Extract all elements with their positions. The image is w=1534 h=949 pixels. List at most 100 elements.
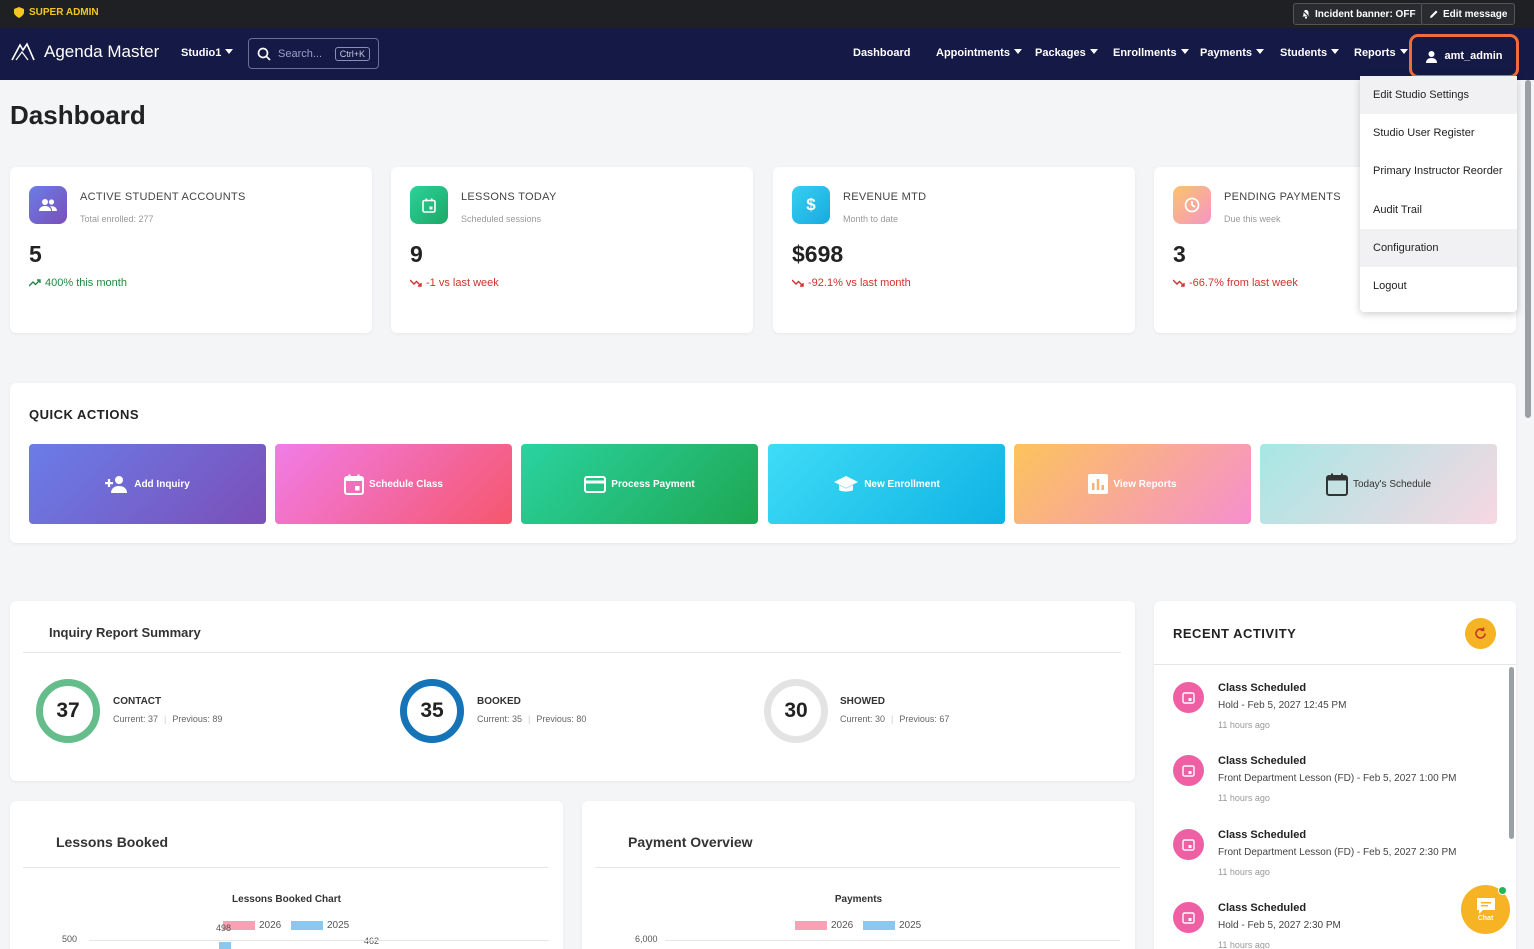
bar: [219, 942, 231, 949]
shield-icon: [14, 7, 24, 18]
search-input[interactable]: Search... Ctrl+K: [248, 38, 379, 69]
pencil-icon: [1430, 10, 1438, 18]
booked-ring: 35: [400, 679, 464, 743]
menu-item-edit-studio-settings[interactable]: Edit Studio Settings: [1360, 76, 1517, 114]
y-axis-top-label: 6,000: [635, 934, 658, 944]
showed-previous: Previous: 67: [899, 714, 950, 724]
divider: [595, 867, 1120, 868]
nav-appointments-label: Appointments: [936, 47, 1010, 59]
view-reports-button[interactable]: View Reports: [1014, 444, 1251, 524]
bar-chart-icon: [1088, 474, 1109, 494]
stat-subtitle: Scheduled sessions: [461, 214, 542, 224]
nav-packages[interactable]: Packages: [1035, 47, 1098, 59]
payment-overview-panel: Payment Overview Payments 2026 2025 6,00…: [582, 801, 1135, 949]
refresh-icon: [1475, 627, 1486, 639]
stat-trend: -1 vs last week: [410, 277, 499, 289]
user-dropdown-menu: Edit Studio Settings Studio User Registe…: [1360, 76, 1517, 312]
bell-off-icon: [1301, 9, 1311, 19]
menu-item-studio-user-register[interactable]: Studio User Register: [1360, 114, 1517, 152]
edit-message-button[interactable]: Edit message: [1421, 3, 1516, 25]
stat-trend-text: -92.1% vs last month: [808, 277, 911, 289]
online-status-dot: [1498, 886, 1507, 895]
brand-name: Agenda Master: [44, 42, 160, 61]
grid-line: [665, 940, 1120, 941]
menu-item-primary-instructor-reorder[interactable]: Primary Instructor Reorder: [1360, 152, 1517, 190]
add-inquiry-button[interactable]: Add Inquiry: [29, 444, 266, 524]
calendar-icon: [1173, 682, 1204, 713]
legend-label-2025: 2025: [899, 920, 922, 931]
schedule-class-label: Schedule Class: [369, 478, 443, 490]
user-menu-button[interactable]: amt_admin: [1409, 34, 1519, 78]
stat-subtitle: Total enrolled: 277: [80, 214, 154, 224]
incident-banner-label: Incident banner: OFF: [1315, 8, 1416, 20]
menu-item-audit-trail[interactable]: Audit Trail: [1360, 191, 1517, 229]
divider: [23, 867, 548, 868]
user-icon: [1426, 50, 1438, 63]
nav-dashboard[interactable]: Dashboard: [853, 47, 910, 59]
nav-packages-label: Packages: [1035, 47, 1086, 59]
process-payment-label: Process Payment: [611, 478, 695, 490]
booked-stats: Current: 35 | Previous: 80: [477, 714, 587, 724]
calendar-icon: [410, 186, 448, 224]
calendar-icon: [344, 474, 365, 495]
trend-down-icon: [410, 279, 422, 287]
lessons-booked-panel: Lessons Booked Lessons Booked Chart 2026…: [10, 801, 563, 949]
nav-payments-label: Payments: [1200, 47, 1252, 59]
legend-2026: 2026: [795, 920, 853, 931]
booked-current: Current: 35: [477, 714, 523, 724]
activity-scrollbar[interactable]: [1509, 667, 1514, 839]
stat-trend-text: -66.7% from last week: [1189, 277, 1298, 289]
divider: [23, 652, 1121, 653]
menu-item-configuration[interactable]: Configuration: [1360, 229, 1517, 267]
nav-students[interactable]: Students: [1280, 47, 1339, 59]
brand-link[interactable]: Agenda Master: [10, 42, 159, 62]
divider: [1154, 664, 1516, 665]
lessons-booked-chart-title: Lessons Booked Chart: [232, 894, 341, 905]
booked-label: BOOKED: [477, 696, 521, 707]
data-label-2025: 462: [364, 936, 380, 946]
process-payment-button[interactable]: Process Payment: [521, 444, 758, 524]
dollar-icon: $: [792, 186, 830, 224]
inquiry-report-title: Inquiry Report Summary: [49, 625, 201, 640]
payments-chart-title: Payments: [834, 894, 883, 905]
calendar-icon: [1173, 902, 1204, 933]
page-title: Dashboard: [10, 100, 146, 130]
inquiry-report-panel: Inquiry Report Summary 37 CONTACT Curren…: [10, 601, 1135, 781]
calendar-icon: [1325, 473, 1348, 496]
trend-down-icon: [1173, 279, 1185, 287]
legend-label-2026: 2026: [831, 920, 854, 931]
schedule-class-button[interactable]: Schedule Class: [275, 444, 512, 524]
edit-message-label: Edit message: [1443, 8, 1508, 20]
activity-description: Front Department Lesson (FD) - Feb 5, 20…: [1218, 773, 1457, 784]
activity-time: 11 hours ago: [1218, 720, 1270, 730]
credit-card-icon: [584, 475, 607, 493]
stat-title: LESSONS TODAY: [461, 191, 557, 203]
nav-enrollments[interactable]: Enrollments: [1113, 47, 1189, 59]
studio-selector[interactable]: Studio1: [181, 47, 233, 59]
activity-description: Hold - Feb 5, 2027 2:30 PM: [1218, 920, 1341, 931]
stat-title: PENDING PAYMENTS: [1224, 191, 1341, 203]
legend-swatch-2025: [291, 921, 323, 930]
nav-appointments[interactable]: Appointments: [936, 47, 1022, 59]
nav-reports[interactable]: Reports: [1354, 47, 1408, 59]
quick-actions-title: QUICK ACTIONS: [29, 407, 140, 422]
activity-title: Class Scheduled: [1218, 902, 1307, 914]
stat-trend: -92.1% vs last month: [792, 277, 911, 289]
showed-label: SHOWED: [840, 696, 885, 707]
graduation-cap-icon: [834, 476, 859, 492]
refresh-button[interactable]: [1465, 618, 1496, 649]
incident-banner-toggle[interactable]: Incident banner: OFF: [1293, 3, 1424, 25]
nav-enrollments-label: Enrollments: [1113, 47, 1177, 59]
stat-subtitle: Due this week: [1224, 214, 1281, 224]
activity-title: Class Scheduled: [1218, 755, 1307, 767]
nav-payments[interactable]: Payments: [1200, 47, 1264, 59]
todays-schedule-button[interactable]: Today's Schedule: [1260, 444, 1497, 524]
booked-previous: Previous: 80: [536, 714, 587, 724]
clock-icon: [1173, 186, 1211, 224]
page-scrollbar[interactable]: [1525, 80, 1531, 418]
trend-down-icon: [792, 279, 804, 287]
legend-label-2026: 2026: [259, 920, 282, 931]
new-enrollment-button[interactable]: New Enrollment: [768, 444, 1005, 524]
menu-item-logout[interactable]: Logout: [1360, 267, 1517, 305]
activity-time: 11 hours ago: [1218, 940, 1270, 949]
